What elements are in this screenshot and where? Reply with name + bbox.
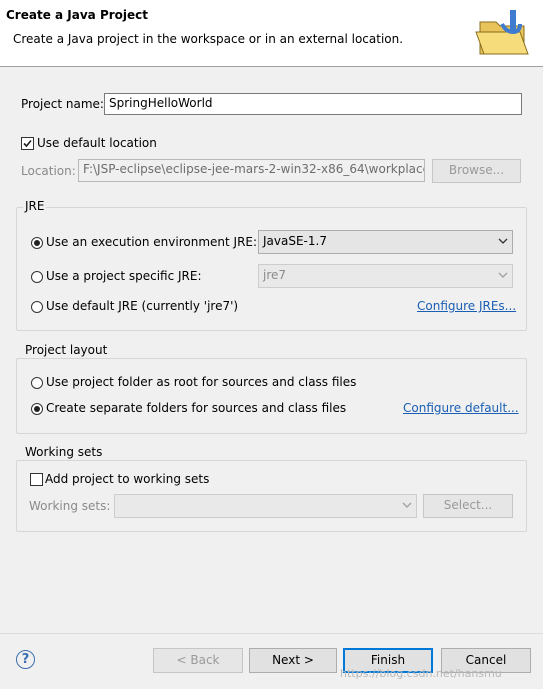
browse-button[interactable]: Browse...: [432, 159, 521, 183]
project-specific-jre-radio[interactable]: [31, 271, 43, 283]
project-specific-jre-label: Use a project specific JRE:: [46, 269, 202, 283]
project-layout-group: [16, 358, 527, 434]
wizard-banner: Create a Java Project Create a Java proj…: [0, 0, 543, 67]
project-specific-jre-value: jre7: [263, 268, 287, 282]
location-label: Location:: [21, 164, 76, 178]
footer-separator: [0, 633, 543, 634]
working-sets-group-title: Working sets: [23, 445, 105, 459]
layout-separate-radio[interactable]: [31, 403, 43, 415]
working-sets-label: Working sets:: [29, 499, 111, 513]
exec-env-label: Use an execution environment JRE:: [46, 235, 258, 249]
working-sets-select[interactable]: [114, 494, 417, 518]
help-icon[interactable]: ?: [16, 650, 35, 669]
exec-env-select[interactable]: JavaSE-1.7: [258, 230, 513, 254]
checkmark-icon: [23, 139, 32, 148]
chevron-down-icon: [498, 272, 508, 278]
layout-root-radio[interactable]: [31, 377, 43, 389]
project-name-input[interactable]: SpringHelloWorld: [104, 93, 522, 115]
configure-default-link[interactable]: Configure default...: [403, 401, 519, 415]
chevron-down-icon: [498, 238, 508, 244]
wizard-description: Create a Java project in the workspace o…: [13, 32, 404, 46]
exec-env-radio[interactable]: [31, 237, 43, 249]
project-layout-group-title: Project layout: [23, 343, 110, 357]
next-button[interactable]: Next >: [249, 648, 337, 673]
watermark-text: https://blog.csdn.net/hansmu: [340, 667, 502, 680]
use-default-location-checkbox[interactable]: [21, 137, 34, 150]
project-specific-jre-select[interactable]: jre7: [258, 264, 513, 288]
use-default-location-label: Use default location: [37, 136, 157, 150]
project-name-label: Project name:: [21, 97, 104, 111]
chevron-down-icon: [402, 502, 412, 508]
add-to-working-sets-checkbox[interactable]: [30, 473, 43, 486]
java-project-folder-icon: [474, 8, 534, 60]
configure-jres-link[interactable]: Configure JREs...: [417, 299, 516, 313]
exec-env-value: JavaSE-1.7: [263, 234, 327, 248]
layout-root-label: Use project folder as root for sources a…: [46, 375, 357, 389]
working-sets-select-button[interactable]: Select...: [423, 494, 513, 518]
add-to-working-sets-label: Add project to working sets: [45, 472, 210, 486]
jre-group-title: JRE: [23, 199, 47, 213]
default-jre-radio[interactable]: [31, 301, 43, 313]
default-jre-label: Use default JRE (currently 'jre7'): [46, 299, 239, 313]
location-input[interactable]: F:\JSP-eclipse\eclipse-jee-mars-2-win32-…: [78, 159, 425, 182]
layout-separate-label: Create separate folders for sources and …: [46, 401, 347, 415]
wizard-title: Create a Java Project: [6, 8, 149, 22]
back-button[interactable]: < Back: [153, 648, 243, 673]
